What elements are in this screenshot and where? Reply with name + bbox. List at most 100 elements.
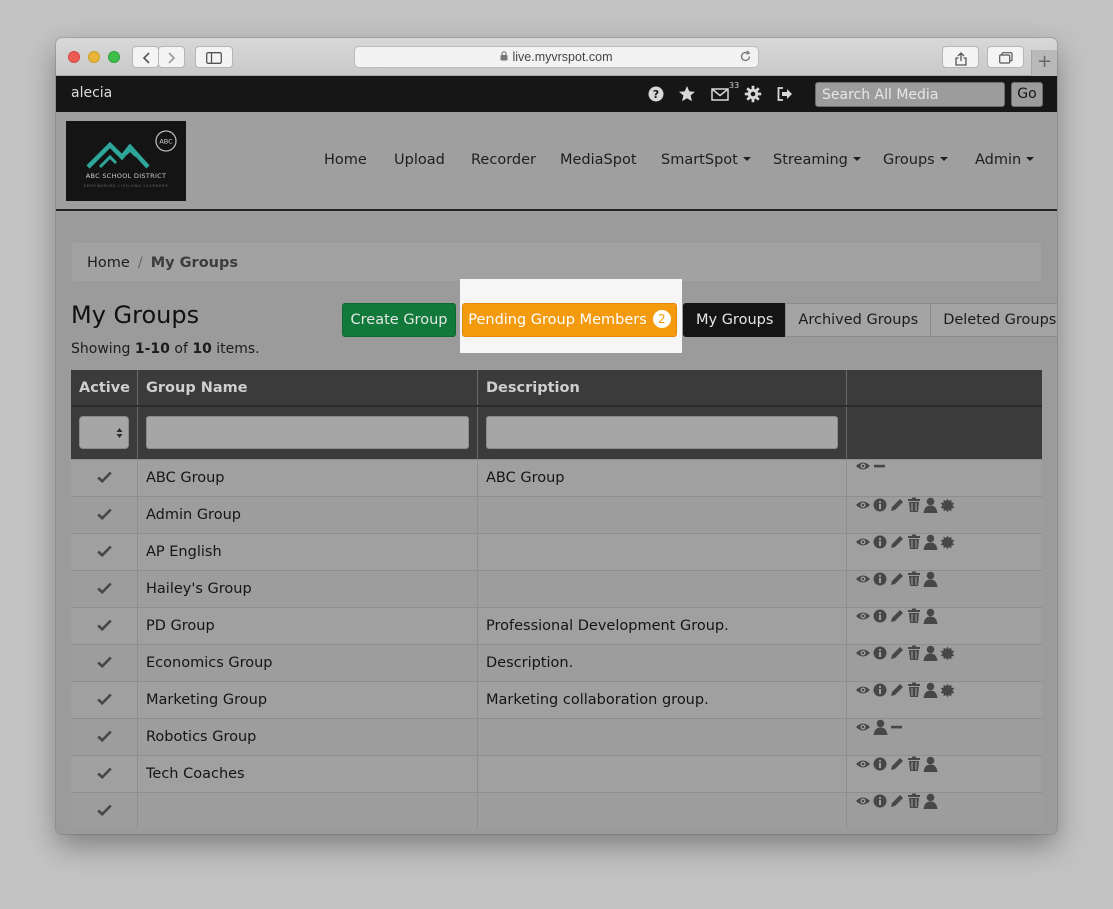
username-link[interactable]: alecia xyxy=(71,85,112,101)
search-media-input[interactable] xyxy=(815,82,1005,107)
sidebar-toggle-button[interactable] xyxy=(195,46,233,68)
breadcrumb-home[interactable]: Home xyxy=(87,255,130,271)
pending-group-members-button[interactable]: Pending Group Members 2 xyxy=(462,303,677,337)
eye-icon[interactable] xyxy=(855,721,871,733)
table-row[interactable]: Economics Group Description. xyxy=(71,644,1042,681)
reload-icon[interactable] xyxy=(739,50,752,63)
group-name-filter-input[interactable] xyxy=(146,416,469,449)
minus-icon[interactable] xyxy=(890,721,903,733)
user-icon[interactable] xyxy=(923,682,938,698)
close-window-button[interactable] xyxy=(68,51,80,63)
column-header-active[interactable]: Active xyxy=(71,370,138,405)
user-icon[interactable] xyxy=(923,756,938,772)
trash-icon[interactable] xyxy=(907,645,921,661)
nav-mediaspot[interactable]: MediaSpot xyxy=(560,152,637,172)
tab-archived-groups[interactable]: Archived Groups xyxy=(785,303,932,337)
group-name-cell[interactable]: Economics Group xyxy=(138,645,478,681)
info-icon[interactable] xyxy=(873,572,887,586)
forward-button[interactable] xyxy=(158,46,185,68)
trash-icon[interactable] xyxy=(907,793,921,809)
logout-icon[interactable] xyxy=(776,85,794,103)
table-row[interactable]: Tech Coaches xyxy=(71,755,1042,792)
trash-icon[interactable] xyxy=(907,682,921,698)
gear-icon[interactable] xyxy=(744,85,762,103)
pencil-icon[interactable] xyxy=(889,571,905,587)
minimize-window-button[interactable] xyxy=(88,51,100,63)
tabs-overview-button[interactable] xyxy=(987,46,1024,68)
pencil-icon[interactable] xyxy=(889,497,905,513)
eye-icon[interactable] xyxy=(855,499,871,511)
info-icon[interactable] xyxy=(873,646,887,660)
district-logo[interactable]: ABC ABC SCHOOL DISTRICT EMPOWERING LIFEL… xyxy=(66,121,186,201)
group-name-cell[interactable]: Admin Group xyxy=(138,497,478,533)
table-row[interactable]: Robotics Group xyxy=(71,718,1042,755)
pencil-icon[interactable] xyxy=(889,608,905,624)
minus-icon[interactable] xyxy=(873,460,886,472)
nav-groups[interactable]: Groups xyxy=(883,152,948,172)
user-icon[interactable] xyxy=(923,534,938,550)
pencil-icon[interactable] xyxy=(889,756,905,772)
user-icon[interactable] xyxy=(923,608,938,624)
pencil-icon[interactable] xyxy=(889,793,905,809)
cog-icon[interactable] xyxy=(940,498,955,513)
group-name-cell[interactable]: Marketing Group xyxy=(138,682,478,718)
search-go-button[interactable]: Go xyxy=(1011,82,1043,107)
nav-upload[interactable]: Upload xyxy=(394,152,445,172)
eye-icon[interactable] xyxy=(855,460,871,472)
group-name-cell[interactable] xyxy=(138,793,478,829)
mail-icon[interactable] xyxy=(711,85,730,103)
user-icon[interactable] xyxy=(923,497,938,513)
nav-streaming[interactable]: Streaming xyxy=(773,152,861,172)
group-name-cell[interactable]: ABC Group xyxy=(138,460,478,496)
eye-icon[interactable] xyxy=(855,647,871,659)
description-filter-input[interactable] xyxy=(486,416,838,449)
info-icon[interactable] xyxy=(873,498,887,512)
trash-icon[interactable] xyxy=(907,756,921,772)
tab-deleted-groups[interactable]: Deleted Groups xyxy=(930,303,1057,337)
nav-admin[interactable]: Admin xyxy=(975,152,1035,172)
address-bar[interactable]: live.myvrspot.com xyxy=(354,46,759,68)
cog-icon[interactable] xyxy=(940,535,955,550)
group-name-cell[interactable]: AP English xyxy=(138,534,478,570)
table-row[interactable]: ABC Group ABC Group xyxy=(71,459,1042,496)
group-name-cell[interactable]: Hailey's Group xyxy=(138,571,478,607)
table-row[interactable]: Hailey's Group xyxy=(71,570,1042,607)
column-header-description[interactable]: Description xyxy=(478,370,847,405)
trash-icon[interactable] xyxy=(907,534,921,550)
eye-icon[interactable] xyxy=(855,684,871,696)
group-name-cell[interactable]: Robotics Group xyxy=(138,719,478,755)
table-row[interactable]: Admin Group xyxy=(71,496,1042,533)
help-icon[interactable]: ? xyxy=(647,85,665,103)
info-icon[interactable] xyxy=(873,683,887,697)
info-icon[interactable] xyxy=(873,609,887,623)
eye-icon[interactable] xyxy=(855,795,871,807)
eye-icon[interactable] xyxy=(855,758,871,770)
tab-my-groups[interactable]: My Groups xyxy=(683,303,787,337)
create-group-button[interactable]: Create Group xyxy=(342,303,456,337)
column-header-group-name[interactable]: Group Name xyxy=(138,370,478,405)
nav-recorder[interactable]: Recorder xyxy=(471,152,536,172)
share-button[interactable] xyxy=(942,46,979,68)
table-row[interactable] xyxy=(71,792,1042,829)
pencil-icon[interactable] xyxy=(889,682,905,698)
eye-icon[interactable] xyxy=(855,610,871,622)
cog-icon[interactable] xyxy=(940,646,955,661)
back-button[interactable] xyxy=(132,46,159,68)
table-row[interactable]: AP English xyxy=(71,533,1042,570)
eye-icon[interactable] xyxy=(855,573,871,585)
user-icon[interactable] xyxy=(873,719,888,735)
info-icon[interactable] xyxy=(873,535,887,549)
trash-icon[interactable] xyxy=(907,497,921,513)
info-icon[interactable] xyxy=(873,794,887,808)
active-filter-select[interactable] xyxy=(79,416,129,449)
new-tab-button[interactable]: + xyxy=(1031,50,1057,76)
zoom-window-button[interactable] xyxy=(108,51,120,63)
group-name-cell[interactable]: PD Group xyxy=(138,608,478,644)
pencil-icon[interactable] xyxy=(889,645,905,661)
user-icon[interactable] xyxy=(923,571,938,587)
table-row[interactable]: Marketing Group Marketing collaboration g… xyxy=(71,681,1042,718)
info-icon[interactable] xyxy=(873,757,887,771)
user-icon[interactable] xyxy=(923,645,938,661)
trash-icon[interactable] xyxy=(907,571,921,587)
nav-smartspot[interactable]: SmartSpot xyxy=(661,152,751,172)
